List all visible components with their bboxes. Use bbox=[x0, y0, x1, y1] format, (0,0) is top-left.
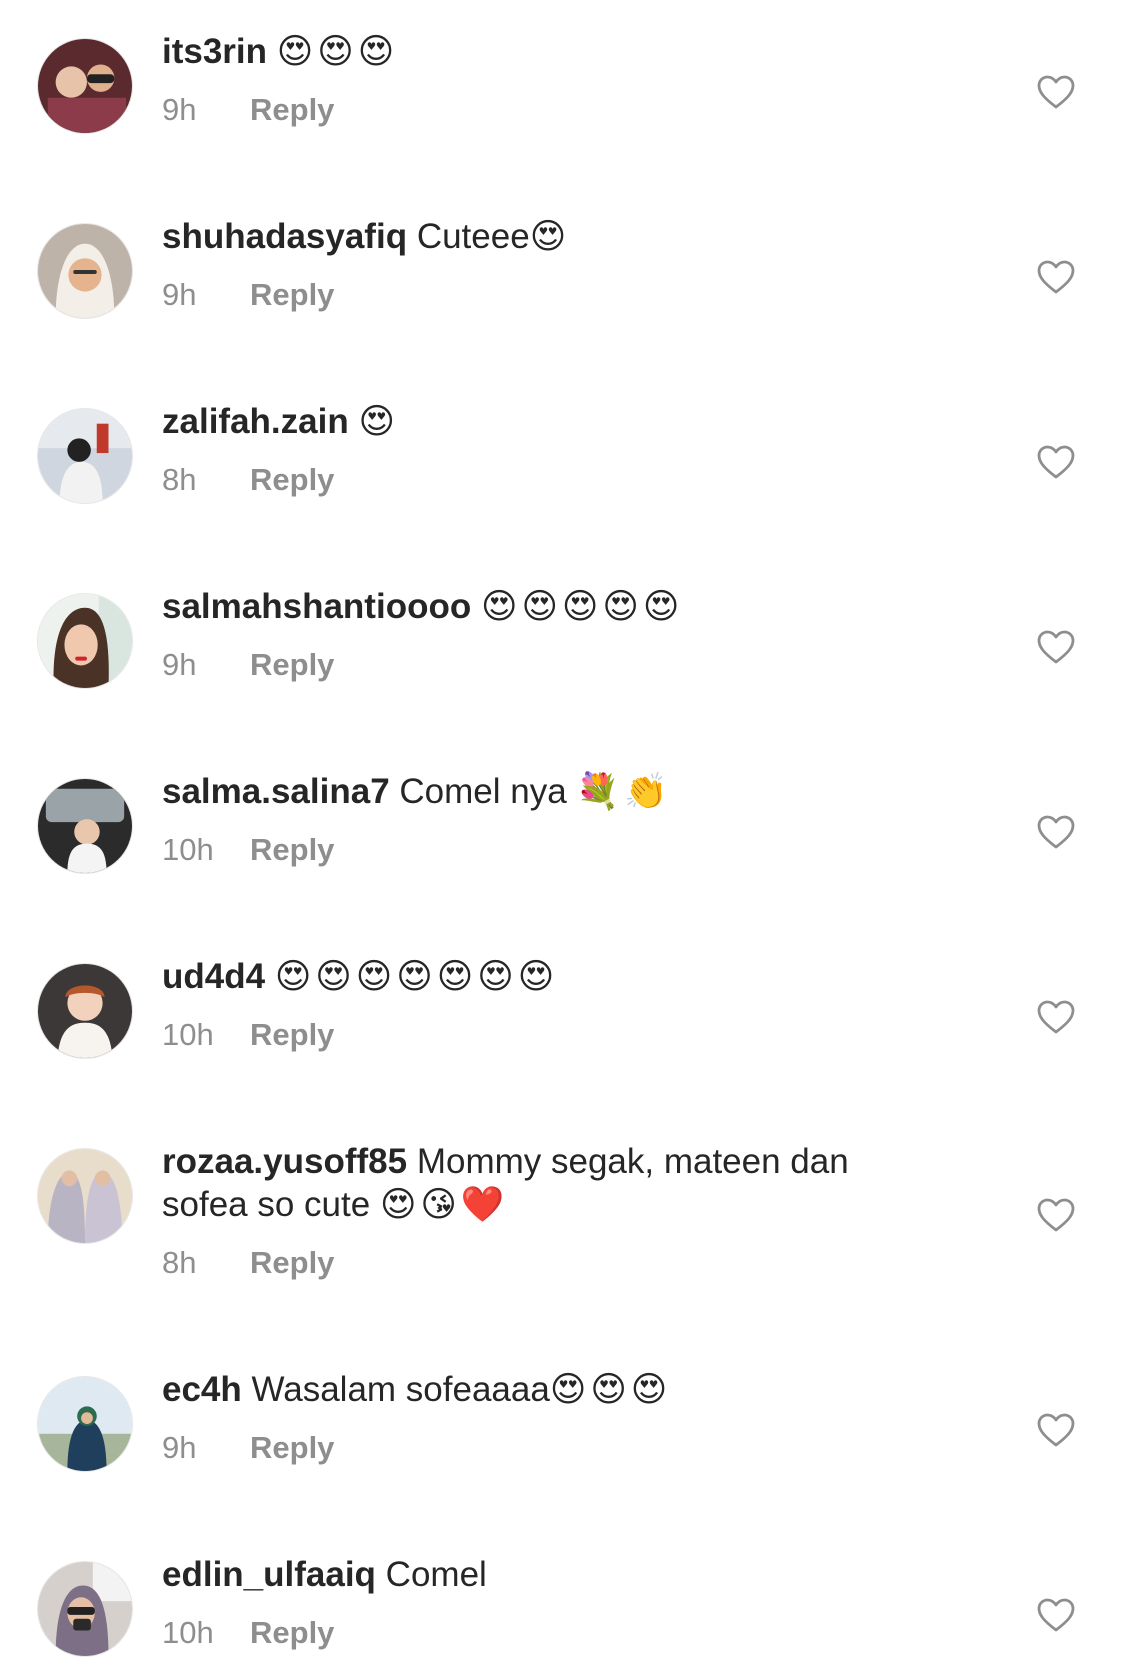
comment-meta: 9h Reply bbox=[162, 647, 922, 683]
comment-text: rozaa.yusoff85 Mommy segak, mateen dan s… bbox=[162, 1140, 922, 1227]
comment-text: edlin_ulfaaiq Comel bbox=[162, 1553, 922, 1597]
timestamp: 9h bbox=[162, 1430, 197, 1465]
reply-button[interactable]: Reply bbox=[250, 462, 334, 497]
username[interactable]: zalifah.zain bbox=[162, 402, 349, 441]
heart-outline-icon[interactable] bbox=[1036, 813, 1076, 853]
username[interactable]: edlin_ulfaaiq bbox=[162, 1555, 376, 1594]
comment-message: Comel nya bbox=[399, 772, 567, 811]
emoji: 💐👏 bbox=[576, 772, 672, 812]
timestamp: 8h bbox=[162, 462, 197, 497]
avatar[interactable] bbox=[37, 1561, 133, 1657]
heart-outline-icon[interactable] bbox=[1036, 1411, 1076, 1451]
timestamp: 9h bbox=[162, 647, 197, 682]
heart-outline-icon[interactable] bbox=[1036, 1196, 1076, 1236]
reply-button[interactable]: Reply bbox=[250, 1245, 334, 1280]
comment-text: zalifah.zain 😍 bbox=[162, 400, 922, 444]
username[interactable]: rozaa.yusoff85 bbox=[162, 1142, 407, 1181]
comment-message: Wasalam sofeaaaa bbox=[251, 1370, 550, 1409]
comment-text: salma.salina7 Comel nya 💐👏 bbox=[162, 770, 922, 814]
emoji: 😍😍😍😍😍 bbox=[480, 587, 684, 627]
heart-outline-icon[interactable] bbox=[1036, 258, 1076, 298]
comment-meta: 9h Reply bbox=[162, 92, 922, 128]
comment-meta: 10h Reply bbox=[162, 832, 922, 868]
emoji: 😍 bbox=[358, 402, 399, 442]
reply-button[interactable]: Reply bbox=[250, 1017, 334, 1052]
comment-meta: 8h Reply bbox=[162, 1245, 922, 1281]
comment-text: its3rin 😍😍😍 bbox=[162, 30, 922, 74]
reply-button[interactable]: Reply bbox=[250, 647, 334, 682]
comment-meta: 10h Reply bbox=[162, 1017, 922, 1053]
reply-button[interactable]: Reply bbox=[250, 92, 334, 127]
comments-list: its3rin 😍😍😍 9h Reply shuhadasyafiq Cuteee… bbox=[0, 0, 1125, 1668]
comment-text: salmahshantioooo 😍😍😍😍😍 bbox=[162, 585, 922, 629]
comment-meta: 9h Reply bbox=[162, 277, 922, 313]
emoji: 😍😍😍😍😍😍😍 bbox=[274, 957, 559, 997]
heart-outline-icon[interactable] bbox=[1036, 628, 1076, 668]
comment-text: ud4d4 😍😍😍😍😍😍😍 bbox=[162, 955, 922, 999]
heart-outline-icon[interactable] bbox=[1036, 1596, 1076, 1636]
avatar[interactable] bbox=[37, 593, 133, 689]
comment-text: ec4h Wasalam sofeaaaa😍😍😍 bbox=[162, 1368, 922, 1412]
heart-outline-icon[interactable] bbox=[1036, 73, 1076, 113]
timestamp: 10h bbox=[162, 832, 214, 867]
reply-button[interactable]: Reply bbox=[250, 832, 334, 867]
emoji: 😍😍😍 bbox=[549, 1370, 672, 1410]
username[interactable]: its3rin bbox=[162, 32, 267, 71]
timestamp: 10h bbox=[162, 1017, 214, 1052]
reply-button[interactable]: Reply bbox=[250, 1430, 334, 1465]
timestamp: 10h bbox=[162, 1615, 214, 1650]
avatar[interactable] bbox=[37, 408, 133, 504]
avatar[interactable] bbox=[37, 1376, 133, 1472]
comment-meta: 8h Reply bbox=[162, 462, 922, 498]
timestamp: 9h bbox=[162, 92, 197, 127]
emoji: 😍😍😍 bbox=[276, 32, 399, 72]
comment-meta: 10h Reply bbox=[162, 1615, 922, 1651]
emoji: 😍 bbox=[529, 217, 571, 257]
comment-meta: 9h Reply bbox=[162, 1430, 922, 1466]
timestamp: 8h bbox=[162, 1245, 197, 1280]
username[interactable]: salma.salina7 bbox=[162, 772, 390, 811]
avatar[interactable] bbox=[37, 778, 133, 874]
username[interactable]: ec4h bbox=[162, 1370, 242, 1409]
heart-outline-icon[interactable] bbox=[1036, 998, 1076, 1038]
avatar[interactable] bbox=[37, 1148, 133, 1244]
username[interactable]: shuhadasyafiq bbox=[162, 217, 407, 256]
timestamp: 9h bbox=[162, 277, 197, 312]
avatar[interactable] bbox=[37, 38, 133, 134]
username[interactable]: ud4d4 bbox=[162, 957, 265, 996]
avatar[interactable] bbox=[37, 223, 133, 319]
emoji: 😍😘❤️ bbox=[379, 1185, 509, 1225]
reply-button[interactable]: Reply bbox=[250, 277, 334, 312]
avatar[interactable] bbox=[37, 963, 133, 1059]
comment-text: shuhadasyafiq Cuteee😍 bbox=[162, 215, 922, 259]
comment-message: Comel bbox=[385, 1555, 487, 1594]
reply-button[interactable]: Reply bbox=[250, 1615, 334, 1650]
comment-message: Cuteee bbox=[416, 217, 530, 256]
heart-outline-icon[interactable] bbox=[1036, 443, 1076, 483]
username[interactable]: salmahshantioooo bbox=[162, 587, 471, 626]
